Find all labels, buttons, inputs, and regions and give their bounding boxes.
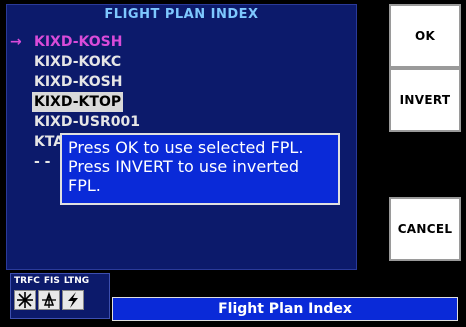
- cancel-button[interactable]: CANCEL: [389, 197, 461, 261]
- list-item-label: KIXD-KOSH: [34, 74, 123, 90]
- list-item[interactable]: KIXD-KTOP: [10, 92, 350, 112]
- fpl-confirm-dialog: Press OK to use selected FPL. Press INVE…: [60, 133, 340, 205]
- invert-button[interactable]: INVERT: [389, 68, 461, 132]
- list-item-label: KIXD-USR001: [34, 114, 140, 130]
- traffic-icon[interactable]: [14, 290, 36, 310]
- list-item[interactable]: KIXD-KOSH: [10, 72, 350, 92]
- status-labels: TRFC FIS LTNG: [14, 276, 109, 286]
- list-item-label: KIXD-KOKC: [34, 54, 122, 70]
- dialog-line: Press INVERT to use inverted: [68, 157, 300, 176]
- ok-button[interactable]: OK: [389, 4, 461, 68]
- fis-label: FIS: [43, 276, 60, 286]
- weather-fis-icon[interactable]: [38, 290, 60, 310]
- list-item[interactable]: KIXD-KOKC: [10, 52, 350, 72]
- selection-arrow-icon: →: [10, 34, 22, 50]
- dialog-line: Press OK to use selected FPL.: [68, 138, 304, 157]
- list-item-label: KIXD-KTOP: [32, 92, 124, 112]
- status-strip: TRFC FIS LTNG: [10, 273, 110, 319]
- ltng-label: LTNG: [63, 276, 90, 286]
- page-title: Flight Plan Index: [112, 297, 458, 321]
- list-item[interactable]: KIXD-USR001: [10, 112, 350, 132]
- lightning-icon[interactable]: [62, 290, 84, 310]
- list-item[interactable]: → KIXD-KOSH: [10, 32, 350, 52]
- list-item-label: KIXD-KOSH: [34, 34, 123, 50]
- dialog-line: FPL.: [68, 176, 101, 195]
- trfc-label: TRFC: [14, 276, 40, 286]
- list-item-label: - -: [34, 154, 51, 170]
- panel-title: FLIGHT PLAN INDEX: [104, 7, 259, 22]
